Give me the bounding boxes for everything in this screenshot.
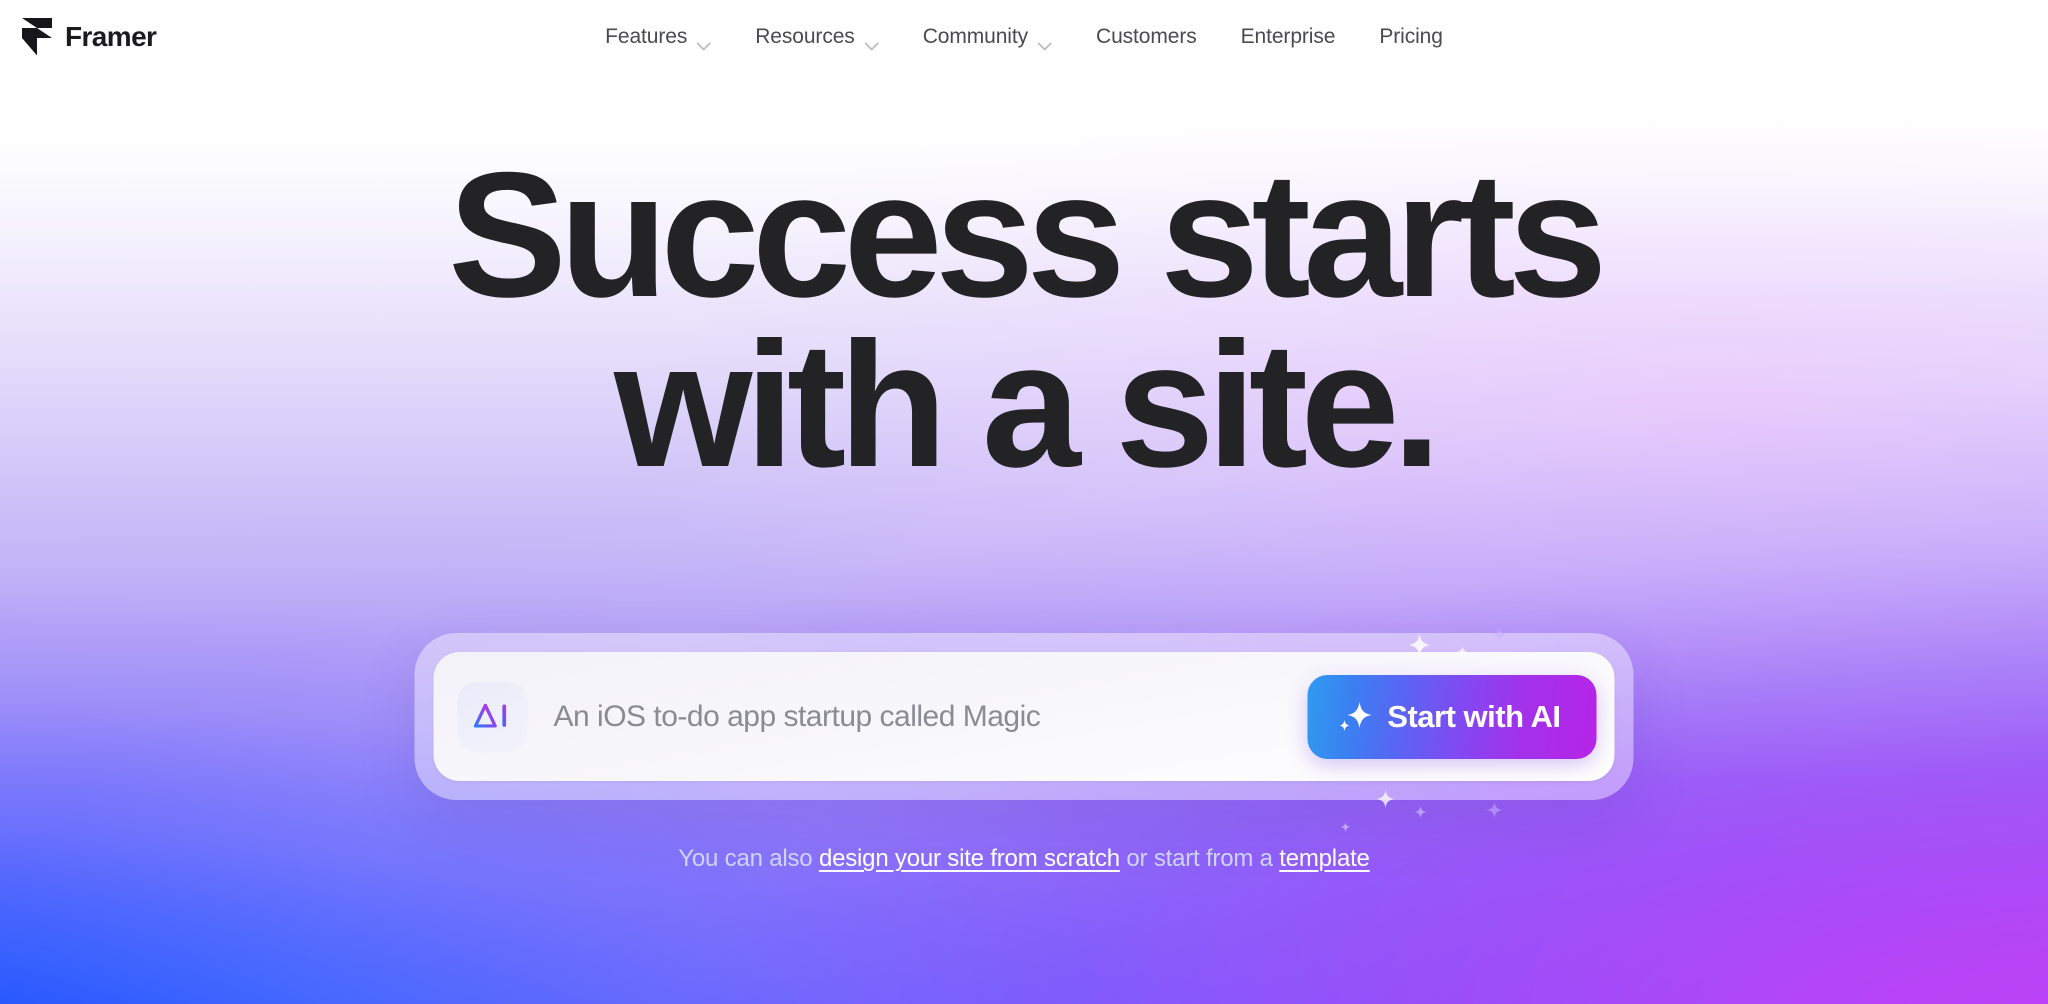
nav-label: Features — [605, 25, 688, 48]
prompt-card-wrapper: Start with AI — [414, 628, 1634, 832]
sparkle-particle-icon — [1408, 634, 1431, 656]
main-nav: Features Resources Community Customers E… — [583, 20, 1465, 53]
prompt-input[interactable] — [553, 699, 1308, 734]
subtext-middle: or start from a — [1119, 845, 1280, 872]
sparkle-particle-icon — [1552, 640, 1564, 651]
sparkle-particle-icon — [1340, 822, 1351, 832]
sparkle-particle-icon — [1486, 802, 1503, 818]
secondary-actions-line: You can also design your site from scrat… — [0, 845, 2048, 873]
nav-item-community[interactable]: Community — [901, 20, 1074, 53]
start-with-ai-button[interactable]: Start with AI — [1307, 674, 1597, 759]
nav-label: Community — [922, 25, 1029, 48]
sparkle-particle-icon — [1414, 806, 1427, 818]
page-title: Success starts with a site. — [0, 135, 2048, 504]
ai-badge-icon — [457, 681, 528, 752]
chevron-down-icon — [1037, 33, 1052, 51]
nav-label: Customers — [1096, 25, 1197, 48]
framer-logo-icon — [22, 18, 52, 56]
nav-item-resources[interactable]: Resources — [733, 20, 900, 53]
nav-label: Enterprise — [1240, 25, 1336, 48]
sparkle-particle-icon — [1492, 628, 1507, 642]
brand-logo-link[interactable]: Framer — [22, 18, 157, 56]
nav-label: Resources — [755, 25, 855, 48]
sparkle-particle-icon — [1376, 790, 1395, 808]
prompt-card-frame: Start with AI — [414, 628, 1634, 832]
start-with-ai-label: Start with AI — [1387, 698, 1561, 734]
nav-label: Pricing — [1379, 25, 1443, 48]
design-from-scratch-link[interactable]: design your site from scratch — [819, 845, 1120, 872]
nav-item-customers[interactable]: Customers — [1074, 20, 1219, 53]
sparkle-icon — [1337, 700, 1372, 734]
chevron-down-icon — [696, 33, 711, 51]
nav-item-pricing[interactable]: Pricing — [1357, 20, 1465, 53]
nav-item-features[interactable]: Features — [583, 20, 733, 53]
chevron-down-icon — [864, 33, 879, 51]
page-root: Framer Features Resources Community Cust… — [0, 0, 2048, 1004]
site-header: Framer Features Resources Community Cust… — [0, 0, 2048, 88]
hero-title-line-2: with a site. — [614, 304, 1442, 504]
prompt-card: Start with AI — [433, 628, 1615, 832]
sparkle-particle-icon — [1456, 646, 1469, 658]
subtext-before: You can also — [678, 845, 819, 872]
nav-item-enterprise[interactable]: Enterprise — [1219, 20, 1358, 53]
brand-name: Framer — [65, 20, 157, 52]
template-link[interactable]: template — [1279, 845, 1370, 872]
hero-title-line-1: Success starts — [448, 135, 1607, 334]
